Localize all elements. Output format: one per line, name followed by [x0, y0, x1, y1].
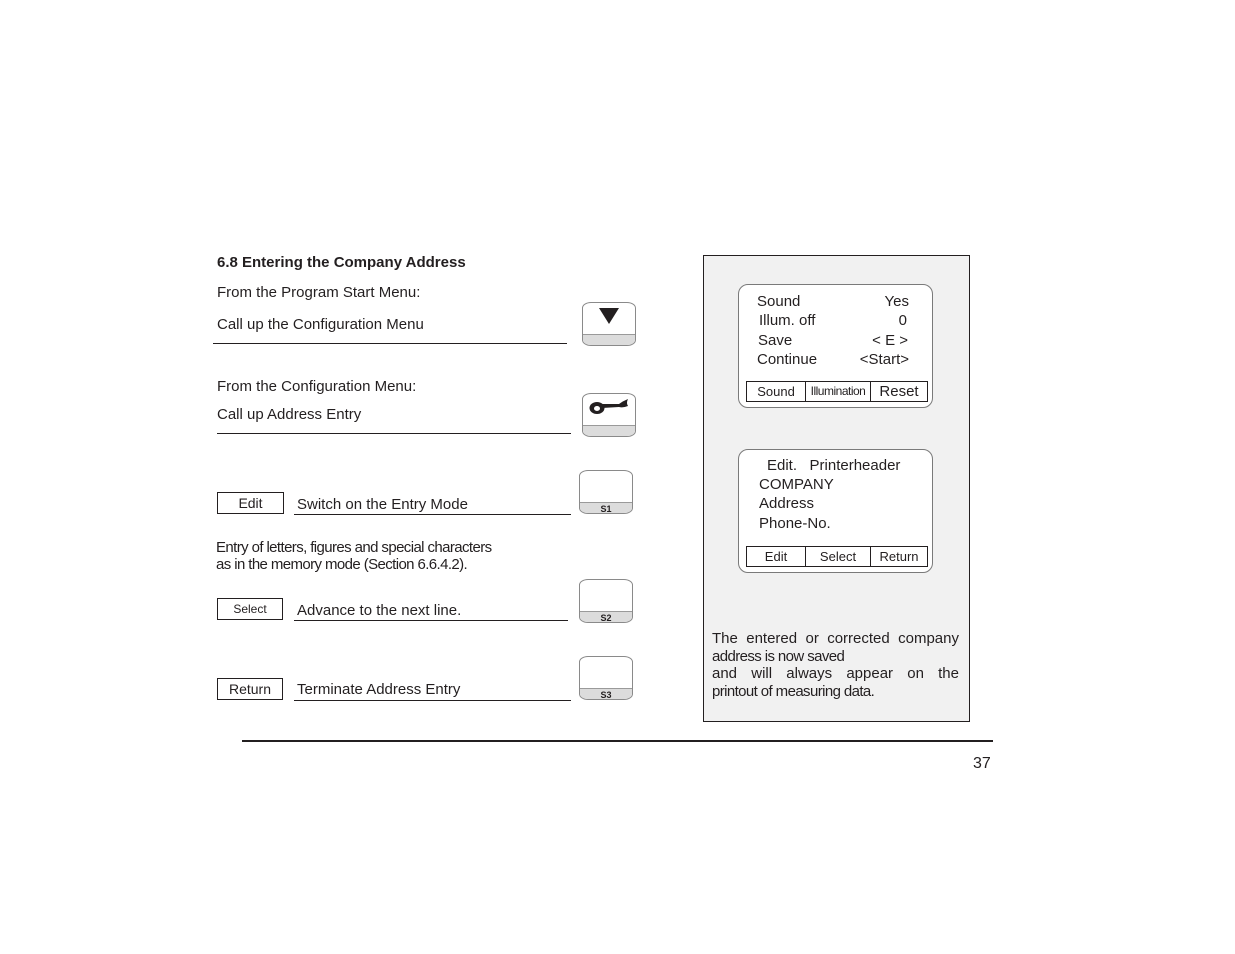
display2-line: Phone-No. [759, 515, 831, 532]
section-heading: 6.8 Entering the Company Address [217, 254, 466, 271]
horn-key[interactable] [582, 393, 636, 437]
select-softkey-label: Select [217, 598, 283, 620]
return-softkey-label: Return [217, 678, 283, 700]
s3-key-label: S3 [580, 688, 632, 699]
display1-row-label: Save [758, 332, 793, 349]
display1-row-label: Illum. off [759, 312, 816, 329]
display1-softkey: Sound [757, 384, 795, 399]
s2-key-label: S2 [580, 611, 632, 622]
edit-softkey-label: Edit [217, 492, 284, 514]
s3-instruction: Terminate Address Entry [297, 681, 461, 698]
step1-context: From the Program Start Menu: [217, 284, 421, 301]
display1-row-label: Sound [757, 293, 801, 310]
saved-note-line3: and will always appear on the [712, 665, 959, 682]
display1-row-value: < E > [872, 332, 908, 349]
display1-row-value: 0 [898, 312, 907, 329]
step1-rule [213, 343, 567, 344]
s1-rule [294, 514, 571, 515]
horn-icon [589, 398, 629, 421]
display2-title: Edit. Printerheader [767, 457, 901, 474]
s3-key[interactable]: S3 [579, 656, 633, 700]
display2-softkey: Return [870, 547, 927, 566]
saved-note-line2: address is now saved [712, 647, 845, 665]
step1-instruction: Call up the Configuration Menu [217, 316, 424, 333]
entry-note-line1: Entry of letters, figures and special ch… [216, 539, 492, 556]
step2-context: From the Configuration Menu: [217, 378, 417, 395]
display1-row-label: Continue [757, 351, 818, 368]
s2-rule [294, 620, 568, 621]
display2-softkey: Select [805, 547, 870, 566]
display1-softkey: Reset [870, 382, 927, 401]
s1-key-label: S1 [580, 502, 632, 513]
display-printerheader: Edit. Printerheader COMPANY Address Phon… [738, 449, 933, 573]
display1-row-value: <Start> [859, 351, 909, 368]
display2-softkey: Edit [764, 549, 788, 564]
saved-note-line4: printout of measuring data. [712, 682, 875, 700]
display1-row-value: Yes [884, 293, 909, 310]
display-sound-settings: Sound Yes Illum. off 0 Save < E > Contin… [738, 284, 933, 408]
display2-line: COMPANY [759, 476, 834, 493]
down-key[interactable] [582, 302, 636, 346]
step2-instruction: Call up Address Entry [217, 406, 362, 423]
saved-note-line1: The entered or corrected company [712, 630, 959, 647]
display1-softkey: Illumination [805, 382, 870, 401]
s1-key[interactable]: S1 [579, 470, 633, 514]
down-triangle-icon [598, 307, 620, 330]
step2-rule [217, 433, 571, 434]
entry-note-line2: as in the memory mode (Section 6.6.4.2). [216, 556, 468, 573]
display2-line: Address [759, 495, 815, 512]
s3-rule [294, 700, 571, 701]
display2-softkey-bar: Edit Select Return [746, 546, 928, 567]
display1-softkey-bar: Sound Illumination Reset [746, 381, 928, 402]
s2-instruction: Advance to the next line. [297, 602, 462, 619]
saved-note: The entered or corrected company address… [712, 630, 959, 700]
s1-instruction: Switch on the Entry Mode [297, 496, 468, 513]
s2-key[interactable]: S2 [579, 579, 633, 623]
footer-rule [242, 740, 993, 742]
page-number: 37 [973, 755, 991, 772]
